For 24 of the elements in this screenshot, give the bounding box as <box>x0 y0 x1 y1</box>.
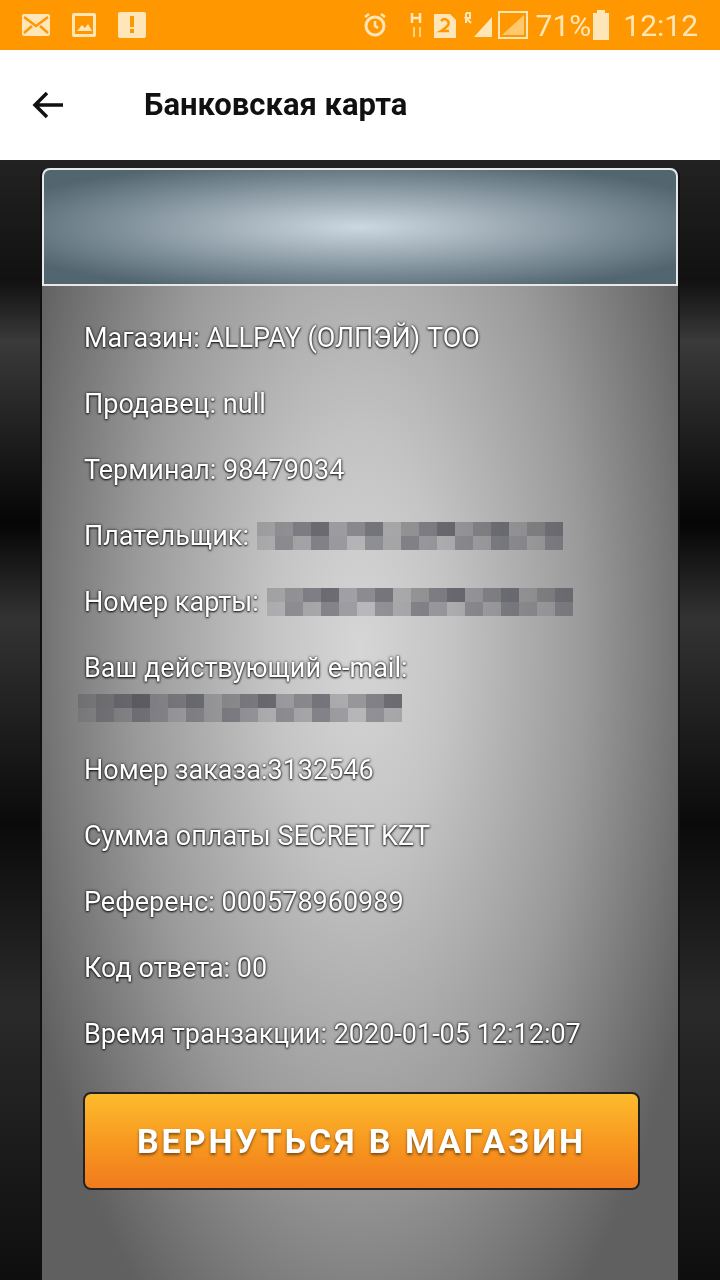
alert-icon <box>118 12 146 38</box>
detail-text: Терминал: 98479034 <box>84 453 345 488</box>
signal-icon <box>463 11 494 39</box>
detail-text: Плательщик: <box>84 519 249 554</box>
network-type-icon <box>409 11 424 39</box>
image-icon <box>72 13 96 37</box>
detail-text: Ваш действующий e-mail: <box>84 651 409 686</box>
signal-icon <box>497 11 528 39</box>
clock: 12:12 <box>623 6 698 45</box>
return-to-shop-button[interactable]: ВЕРНУТЬСЯ В МАГАЗИН <box>83 1092 640 1190</box>
page-title: Банковская карта <box>144 84 408 125</box>
sim-two-icon <box>433 12 456 38</box>
battery-icon <box>593 10 610 40</box>
detail-text: Код ответа: 00 <box>84 951 268 986</box>
back-icon <box>32 91 64 119</box>
detail-text: Магазин: ALLPAY (ОЛПЭЙ) ТОО <box>84 321 480 356</box>
mail-icon <box>22 14 50 36</box>
detail-text: Номер карты: <box>84 585 259 620</box>
detail-text: Продавец: null <box>84 387 266 422</box>
detail-text: Номер заказа:3132546 <box>84 753 374 788</box>
battery-percent: 71% <box>535 6 592 45</box>
detail-text: Сумма оплаты SECRET KZT <box>84 819 431 854</box>
detail-text: Референс: 000578960989 <box>84 885 404 920</box>
detail-text: Время транзакции: 2020-01-05 12:12:07 <box>84 1017 581 1052</box>
